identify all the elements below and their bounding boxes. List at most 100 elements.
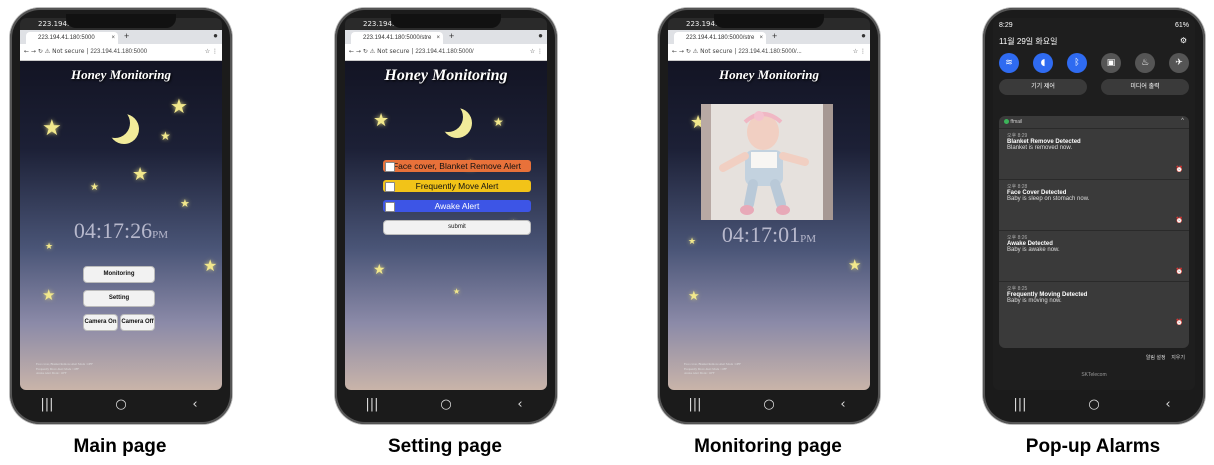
- shade-status-bar: 8:29 61%: [999, 22, 1189, 29]
- snooze-icon[interactable]: ⏰: [1176, 166, 1183, 173]
- moon-icon: [100, 108, 130, 138]
- recent-apps-icon[interactable]: |||: [352, 397, 392, 412]
- notification-item[interactable]: 오후 8:25 Frequently Moving Detected Baby …: [999, 281, 1189, 332]
- new-tab-icon[interactable]: +: [449, 31, 454, 41]
- new-tab-icon[interactable]: +: [772, 31, 777, 41]
- browser-tab[interactable]: 223.194.41.180:5000/stre ×: [674, 32, 766, 44]
- bookmark-icon[interactable]: ☆ ⋮: [530, 44, 543, 60]
- home-icon[interactable]: ○: [1074, 397, 1114, 412]
- star-icon: ★: [180, 197, 190, 210]
- star-icon: ★: [132, 164, 149, 185]
- submit-button[interactable]: submit: [383, 220, 531, 235]
- star-icon: ★: [203, 256, 218, 275]
- flashlight-toggle-icon[interactable]: ♨: [1135, 53, 1155, 73]
- close-tab-icon[interactable]: ×: [759, 32, 763, 44]
- face-cover-checkbox[interactable]: [385, 162, 395, 172]
- recent-apps-icon[interactable]: |||: [675, 397, 715, 412]
- star-icon: ★: [90, 182, 99, 193]
- alarms-panel: 8:29 61% 11월 29일 화요일 ⚙ ≋ ◖ ᛒ ▣ ♨ ✈ 기기 제어…: [975, 0, 1214, 465]
- snooze-icon[interactable]: ⏰: [1176, 217, 1183, 224]
- caption-alarms: Pop-up Alarms: [1025, 436, 1161, 457]
- caption-main: Main page: [73, 436, 167, 457]
- browser-tab[interactable]: 223.194.41.180:5000/stre ×: [351, 32, 443, 44]
- star-icon: ★: [170, 94, 188, 118]
- bookmark-icon[interactable]: ☆ ⋮: [853, 44, 866, 60]
- settings-gear-icon[interactable]: ⚙: [1180, 36, 1187, 45]
- browser-tab-bar: 223.194.41.180:5000/stre × + ●: [345, 30, 547, 44]
- media-output-button[interactable]: 미디어 출력: [1101, 79, 1189, 95]
- awake-checkbox[interactable]: [385, 202, 395, 212]
- address-bar[interactable]: ← → ↻ ⚠ Not secure | 223.194.41.180:5000…: [345, 44, 547, 61]
- snooze-icon[interactable]: ⏰: [1176, 319, 1183, 326]
- notification-item[interactable]: 오후 8:28 Face Cover Detected Baby is slee…: [999, 179, 1189, 230]
- setting-button[interactable]: Setting: [83, 290, 155, 307]
- caption-setting: Setting page: [387, 436, 502, 457]
- back-icon[interactable]: ‹: [175, 397, 215, 412]
- awake-alert-option[interactable]: Awake Alert: [383, 200, 531, 212]
- sound-toggle-icon[interactable]: ◖: [1033, 53, 1053, 73]
- wifi-toggle-icon[interactable]: ≋: [999, 53, 1019, 73]
- notification-group: ffmail ^ 오후 8:29 Blanket Remove Detected…: [999, 116, 1189, 348]
- close-tab-icon[interactable]: ×: [111, 32, 115, 44]
- recent-apps-icon[interactable]: |||: [27, 397, 67, 412]
- bluetooth-toggle-icon[interactable]: ᛒ: [1067, 53, 1087, 73]
- close-tab-icon[interactable]: ×: [436, 32, 440, 44]
- recent-apps-icon[interactable]: |||: [1000, 397, 1040, 412]
- star-icon: ★: [42, 286, 56, 304]
- monitoring-page-panel: 223.194. 223.194.41.180:5000/stre × + ● ←…: [650, 0, 950, 465]
- shade-footer: 알림 설정 지우기: [993, 354, 1195, 361]
- android-nav-bar: ||| ○ ‹: [983, 392, 1205, 416]
- address-bar[interactable]: ← → ↻ ⚠ Not secure | 223.194.41.180:5000…: [20, 44, 222, 61]
- device-control-button[interactable]: 기기 제어: [999, 79, 1087, 95]
- rotation-toggle-icon[interactable]: ▣: [1101, 53, 1121, 73]
- camera-off-button[interactable]: Camera Off: [120, 314, 155, 331]
- home-icon[interactable]: ○: [426, 397, 466, 412]
- frequently-move-alert-option[interactable]: Frequently Move Alert: [383, 180, 531, 192]
- phone-screen: 223.194. 223.194.41.180:5000/stre × + ● ←…: [668, 18, 870, 390]
- address-bar[interactable]: ← → ↻ ⚠ Not secure | 223.194.41.180:5000…: [668, 44, 870, 61]
- page-title: Honey Monitoring: [718, 67, 820, 82]
- star-icon: ★: [373, 262, 386, 278]
- new-tab-icon[interactable]: +: [124, 31, 129, 41]
- browser-tab[interactable]: 223.194.41.180:5000 ×: [26, 32, 118, 44]
- browser-menu-icon[interactable]: ●: [213, 31, 218, 40]
- snooze-icon[interactable]: ⏰: [1176, 268, 1183, 275]
- back-icon[interactable]: ‹: [500, 397, 540, 412]
- star-icon: ★: [688, 289, 700, 304]
- browser-menu-icon[interactable]: ●: [861, 31, 866, 40]
- back-icon[interactable]: ‹: [823, 397, 863, 412]
- browser-tab-bar: 223.194.41.180:5000/stre × + ●: [668, 30, 870, 44]
- star-icon: ★: [493, 115, 504, 129]
- notification-item[interactable]: 오후 8:26 Awake Detected Baby is awake now…: [999, 230, 1189, 281]
- star-icon: ★: [160, 129, 171, 143]
- clear-all-link[interactable]: 지우기: [1171, 355, 1185, 361]
- star-icon: ★: [42, 116, 62, 141]
- notification-shade: 8:29 61% 11월 29일 화요일 ⚙ ≋ ◖ ᛒ ▣ ♨ ✈ 기기 제어…: [993, 18, 1195, 390]
- star-icon: ★: [45, 242, 54, 252]
- collapse-icon[interactable]: ^: [1181, 118, 1184, 124]
- frequently-move-checkbox[interactable]: [385, 182, 395, 192]
- home-icon[interactable]: ○: [101, 397, 141, 412]
- home-icon[interactable]: ○: [749, 397, 789, 412]
- shade-date: 11월 29일 화요일 ⚙: [999, 36, 1187, 46]
- back-icon[interactable]: ‹: [1148, 397, 1188, 412]
- camera-on-button[interactable]: Camera On: [83, 314, 118, 331]
- caption-monitoring: Monitoring page: [694, 436, 842, 457]
- browser-tab-bar: 223.194.41.180:5000 × + ●: [20, 30, 222, 44]
- phone-frame: 223.194. 223.194.41.180:5000 × + ● ← → ↻ …: [10, 8, 232, 424]
- phone-frame: 223.194. 223.194.41.180:5000/stre × + ● ←…: [335, 8, 557, 424]
- notification-item[interactable]: 오후 8:29 Blanket Remove Detected Blanket …: [999, 128, 1189, 179]
- page-title: Honey Monitoring: [384, 67, 508, 84]
- browser-menu-icon[interactable]: ●: [538, 31, 543, 40]
- monitoring-button[interactable]: Monitoring: [83, 266, 155, 283]
- airplane-toggle-icon[interactable]: ✈: [1169, 53, 1189, 73]
- phone-screen: 223.194. 223.194.41.180:5000/stre × + ● ←…: [345, 18, 547, 390]
- notification-settings-link[interactable]: 알림 설정: [1146, 355, 1166, 361]
- moon-icon: [433, 102, 463, 132]
- face-cover-alert-option[interactable]: Face cover, Blanket Remove Alert: [383, 160, 531, 172]
- camera-feed: [701, 104, 833, 220]
- star-icon: ★: [848, 256, 862, 274]
- notification-app-header: ffmail ^: [999, 116, 1189, 128]
- clock-display: 04:17:26PM: [73, 218, 169, 243]
- bookmark-icon[interactable]: ☆ ⋮: [205, 44, 218, 60]
